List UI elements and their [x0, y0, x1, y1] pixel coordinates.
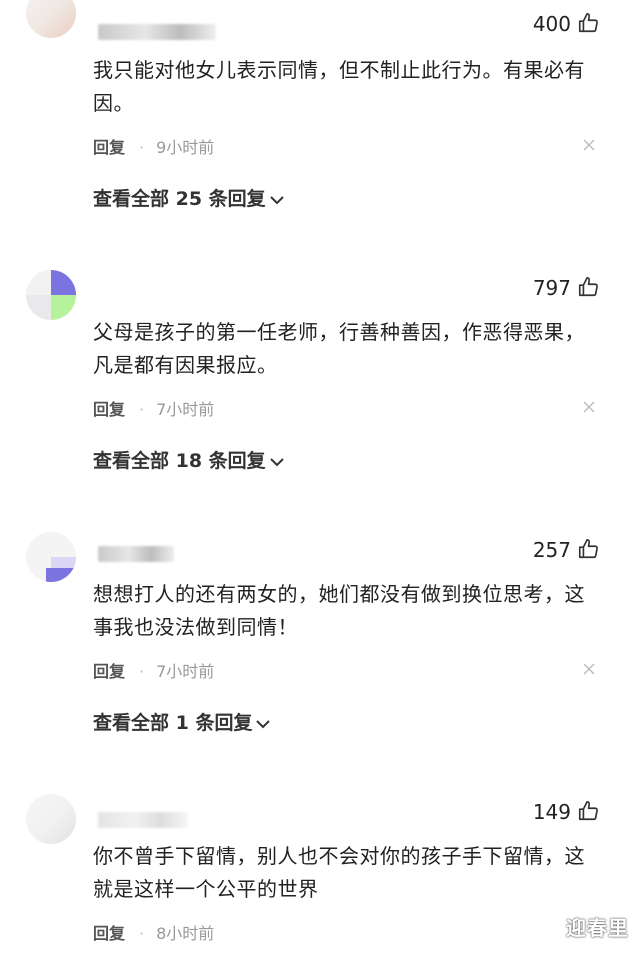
like-count: 797 — [532, 276, 571, 300]
separator-dot: · — [139, 662, 145, 681]
comment-text: 父母是孩子的第一任老师，行善种善因，作恶得恶果，凡是都有因果报应。 — [93, 320, 585, 377]
like-count: 400 — [532, 12, 571, 36]
view-replies-label: 查看全部 1 条回复 — [93, 712, 253, 734]
chevron-down-icon — [269, 457, 284, 466]
username-blurred[interactable] — [98, 24, 216, 40]
thumbs-up-icon[interactable] — [577, 538, 599, 560]
view-replies-label: 查看全部 25 条回复 — [93, 188, 266, 210]
username-blurred[interactable] — [98, 546, 174, 562]
view-replies-button[interactable]: 查看全部 25 条回复 — [93, 184, 284, 211]
timestamp: 9小时前 — [156, 138, 215, 157]
thumbs-up-icon[interactable] — [577, 276, 599, 298]
timestamp: 8小时前 — [156, 924, 215, 943]
reply-button[interactable]: 回复 — [93, 400, 125, 419]
chevron-down-icon — [256, 719, 271, 728]
separator-dot: · — [139, 924, 145, 943]
comment-text: 我只能对他女儿表示同情，但不制止此行为。有果必有因。 — [93, 58, 585, 115]
reply-button[interactable]: 回复 — [93, 924, 125, 943]
comment-meta: 回复 · 7小时前 — [93, 658, 214, 682]
comment-meta: 回复 · 8小时前 — [93, 920, 214, 944]
reply-button[interactable]: 回复 — [93, 138, 125, 157]
like-count: 149 — [532, 800, 571, 824]
like-count: 257 — [532, 538, 571, 562]
thumbs-up-icon[interactable] — [577, 12, 599, 34]
comment-meta: 回复 · 7小时前 — [93, 396, 214, 420]
comment-text: 想想打人的还有两女的，她们都没有做到换位思考，这事我也没法做到同情！ — [93, 582, 585, 639]
comment-text: 你不曾手下留情，别人也不会对你的孩子手下留情，这就是这样一个公平的世界 — [93, 844, 585, 901]
reply-button[interactable]: 回复 — [93, 662, 125, 681]
view-replies-button[interactable]: 查看全部 18 条回复 — [93, 446, 284, 473]
timestamp: 7小时前 — [156, 662, 215, 681]
separator-dot: · — [139, 138, 145, 157]
view-replies-label: 查看全部 18 条回复 — [93, 450, 266, 472]
avatar[interactable] — [26, 794, 76, 844]
close-icon[interactable] — [581, 661, 597, 677]
chevron-down-icon — [269, 195, 284, 204]
username-blurred[interactable] — [98, 812, 188, 828]
thumbs-up-icon[interactable] — [577, 800, 599, 822]
separator-dot: · — [139, 400, 145, 419]
close-icon[interactable] — [581, 399, 597, 415]
close-icon[interactable] — [581, 137, 597, 153]
avatar[interactable] — [26, 0, 76, 38]
timestamp: 7小时前 — [156, 400, 215, 419]
watermark: 迎春里 — [566, 916, 629, 940]
comment-meta: 回复 · 9小时前 — [93, 134, 214, 158]
avatar[interactable] — [26, 270, 76, 320]
avatar[interactable] — [26, 532, 76, 582]
view-replies-button[interactable]: 查看全部 1 条回复 — [93, 708, 271, 735]
